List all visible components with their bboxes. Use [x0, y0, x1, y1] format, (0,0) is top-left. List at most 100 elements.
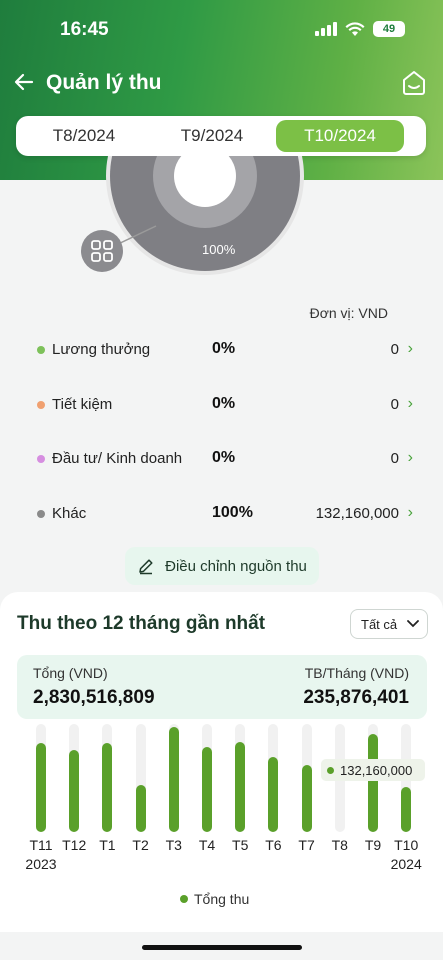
legend-dot — [37, 346, 45, 354]
bar-label: T12 — [62, 837, 87, 853]
legend-label: Tổng thu — [194, 891, 250, 907]
category-percent: 100% — [212, 504, 253, 521]
bar-column-t4[interactable]: T4 — [190, 724, 224, 876]
monthly-bar-chart: T11 2023 T12 T1 T2 T3 T4 T5 T6 T7 T8 T9 T10 2024 — [0, 724, 443, 876]
bar-t1[interactable] — [102, 743, 113, 832]
status-bar: 16:45 49 — [0, 18, 443, 42]
category-row-dau-tu[interactable]: Đầu tư/ Kinh doanh 0% 0 › — [0, 444, 443, 474]
category-row-tiet-kiem[interactable]: Tiết kiệm 0% 0 › — [0, 390, 443, 420]
category-percent: 0% — [212, 340, 236, 357]
filter-value: Tất cả — [361, 616, 398, 632]
chevron-right-icon: › — [407, 340, 413, 357]
grid-icon — [91, 240, 113, 262]
bar-t5[interactable] — [235, 742, 246, 832]
bar-column-t10[interactable]: T10 2024 — [389, 724, 423, 876]
legend-dot — [37, 455, 45, 463]
totals-panel: Tổng (VND) 2,830,516,809 TB/Tháng (VND) … — [17, 655, 427, 719]
bar-label: T10 — [394, 837, 419, 853]
bar-column-t7[interactable]: T7 — [290, 724, 324, 876]
unit-label: Đơn vị: VND — [309, 305, 388, 321]
chevron-right-icon: › — [407, 395, 413, 412]
bar-t10[interactable] — [401, 787, 412, 832]
bar-tooltip: 132,160,000 — [321, 759, 425, 781]
bar-column-t11[interactable]: T11 2023 — [24, 724, 58, 876]
bar-t9[interactable] — [368, 734, 378, 832]
category-label: Đầu tư/ Kinh doanh — [52, 450, 183, 467]
tab-t10-2024[interactable]: T10/2024 — [276, 120, 404, 152]
bar-t11[interactable] — [36, 743, 46, 832]
category-label: Tiết kiệm — [52, 396, 113, 413]
bar-column-t6[interactable]: T6 — [256, 724, 290, 876]
month-tabs: T8/2024 T9/2024 T10/2024 — [16, 116, 426, 156]
tab-t9-2024[interactable]: T9/2024 — [148, 120, 276, 152]
chevron-down-icon — [407, 620, 420, 628]
bar-column-t8[interactable]: T8 — [323, 724, 357, 876]
bar-label: T7 — [298, 837, 315, 853]
bar-label: T1 — [99, 837, 116, 853]
category-amount: 0 — [390, 341, 399, 358]
category-amount: 132,160,000 — [315, 505, 399, 522]
donut-percent-label: 100% — [202, 242, 236, 257]
average-value: 235,876,401 — [303, 687, 409, 708]
category-label: Lương thưởng — [52, 341, 151, 358]
category-row-khac[interactable]: Khác 100% 132,160,000 › — [0, 499, 443, 529]
bar-column-t3[interactable]: T3 — [157, 724, 191, 876]
category-percent: 0% — [212, 395, 236, 412]
legend-dot — [37, 401, 45, 409]
legend-dot — [37, 510, 45, 518]
income-donut-chart: 100% — [16, 156, 426, 280]
category-label: Khác — [52, 505, 87, 522]
page-title: Quản lý thu — [46, 71, 162, 94]
bar-column-t1[interactable]: T1 — [90, 724, 124, 876]
total-value: 2,830,516,809 — [33, 687, 155, 708]
bar-year-label: 2023 — [25, 856, 57, 872]
chevron-right-icon: › — [407, 449, 413, 466]
home-indicator — [142, 945, 302, 950]
pencil-icon — [139, 559, 153, 575]
total-label: Tổng (VND) — [33, 665, 108, 681]
bar-label: T8 — [331, 837, 348, 853]
category-percent: 0% — [212, 449, 236, 466]
bar-column-t9[interactable]: T9 — [356, 724, 390, 876]
filter-dropdown[interactable]: Tất cả — [350, 609, 428, 639]
bar-column-t2[interactable]: T2 — [124, 724, 158, 876]
bar-column-t5[interactable]: T5 — [223, 724, 257, 876]
bar-year-label: 2024 — [390, 856, 422, 872]
wifi-icon — [345, 21, 365, 36]
status-icons: 49 — [315, 21, 405, 37]
bar-t12[interactable] — [69, 750, 80, 832]
status-time: 16:45 — [60, 19, 109, 40]
category-row-luong-thuong[interactable]: Lương thưởng 0% 0 › — [0, 335, 443, 365]
bar-label: T3 — [165, 837, 182, 853]
average-label: TB/Tháng (VND) — [304, 665, 409, 681]
category-amount: 0 — [390, 396, 399, 413]
bar-t3[interactable] — [168, 727, 179, 832]
category-amount: 0 — [390, 450, 399, 467]
adjust-income-label: Điều chỉnh nguồn thu — [165, 557, 307, 575]
bar-column-t12[interactable]: T12 — [57, 724, 91, 876]
chart-legend: Tổng thu — [180, 891, 249, 907]
category-grid-button[interactable] — [81, 230, 123, 272]
bar-label: T9 — [364, 837, 382, 853]
nav-bar: Quản lý thu — [0, 66, 443, 102]
home-icon[interactable] — [399, 68, 429, 98]
back-arrow-icon[interactable] — [12, 70, 36, 94]
chevron-right-icon: › — [407, 504, 413, 521]
legend-dot — [180, 895, 188, 903]
tab-t8-2024[interactable]: T8/2024 — [20, 120, 148, 152]
card-title: Thu theo 12 tháng gần nhất — [17, 613, 266, 634]
bar-label: T11 — [29, 837, 53, 853]
bar-label: T4 — [198, 837, 216, 853]
bar-label: T2 — [132, 837, 149, 853]
adjust-income-button[interactable]: Điều chỉnh nguồn thu — [125, 547, 319, 585]
tooltip-value: 132,160,000 — [340, 762, 413, 778]
signal-icon — [315, 22, 337, 36]
bar-t4[interactable] — [202, 747, 212, 832]
tooltip-dot — [327, 766, 334, 774]
bar-t7[interactable] — [301, 765, 312, 832]
bar-t6[interactable] — [268, 757, 279, 832]
battery-icon: 49 — [373, 21, 405, 37]
bar-t2[interactable] — [135, 785, 146, 832]
bar-label: T5 — [232, 837, 249, 853]
bar-label: T6 — [265, 837, 282, 853]
